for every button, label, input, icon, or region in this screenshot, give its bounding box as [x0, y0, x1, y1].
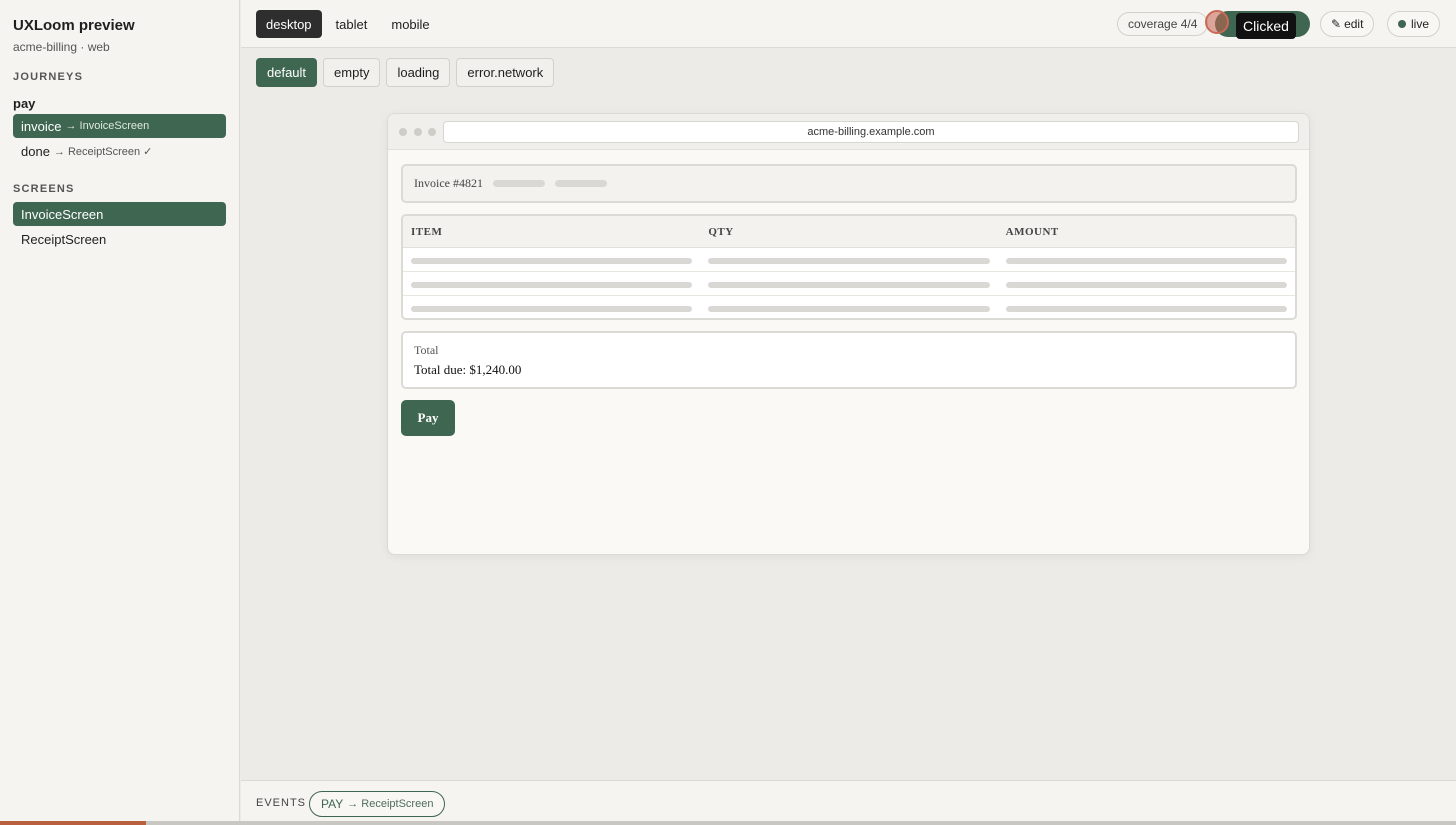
skeleton-bar	[411, 281, 693, 288]
top-bar: desktop tablet mobile coverage 4/4 Click…	[241, 0, 1456, 48]
skeleton-bar	[708, 306, 990, 312]
skeleton-bar	[1005, 257, 1287, 264]
invoice-table: ITEM QTY AMOUNT	[401, 214, 1297, 320]
skeleton-bar	[492, 180, 545, 187]
pencil-icon: ✎	[1331, 17, 1342, 31]
column-header-qty: QTY	[708, 225, 734, 238]
state-tab-empty[interactable]: empty	[323, 58, 381, 87]
device-tab-desktop[interactable]: desktop	[256, 10, 322, 38]
journey-step-target: → ReceiptScreen ✓	[53, 145, 153, 158]
journey-step-done[interactable]: done → ReceiptScreen ✓	[13, 139, 226, 163]
journeys-heading: JOURNEYS	[13, 71, 84, 83]
screen-item-receiptscreen[interactable]: ReceiptScreen	[13, 227, 226, 251]
table-row	[403, 272, 1295, 296]
coverage-badge: coverage 4/4	[1117, 12, 1209, 36]
journey-step-label: invoice	[21, 118, 62, 134]
skeleton-bar	[411, 257, 693, 264]
event-target: → ReceiptScreen	[347, 798, 434, 810]
column-header-amount: AMOUNT	[1005, 225, 1059, 238]
state-tab-loading[interactable]: loading	[386, 58, 451, 87]
window-dot-icon	[414, 128, 422, 136]
device-tabs: desktop tablet mobile	[256, 10, 440, 38]
journey-name: pay	[13, 96, 36, 111]
live-label: live	[1411, 17, 1430, 31]
url-bar[interactable]: acme-billing.example.com	[443, 121, 1299, 143]
skeleton-bar	[708, 257, 990, 264]
total-panel: Total Total due: $1,240.00	[401, 331, 1297, 389]
browser-preview: acme-billing.example.com Invoice #4821 I…	[387, 113, 1310, 555]
skeleton-bar	[411, 306, 693, 312]
click-marker-icon	[1205, 10, 1229, 34]
sidebar: UXLoom preview acme-billing · web JOURNE…	[0, 0, 240, 821]
live-dot-icon	[1398, 20, 1406, 28]
journey-step-invoice[interactable]: invoice → InvoiceScreen	[13, 114, 226, 138]
screens-heading: SCREENS	[13, 183, 75, 195]
device-tab-tablet[interactable]: tablet	[326, 10, 378, 38]
invoice-screen: Invoice #4821 ITEM QTY AMOUNT Total Tota…	[401, 164, 1297, 436]
state-tabs: default empty loading error.network	[256, 58, 555, 87]
skeleton-bar	[708, 281, 990, 288]
skeleton-bar	[554, 180, 607, 187]
progress-bar	[0, 821, 1456, 825]
pay-button[interactable]: Pay	[401, 400, 455, 436]
skeleton-bar	[1005, 306, 1287, 312]
event-chip-pay[interactable]: PAY → ReceiptScreen	[309, 791, 446, 817]
clicked-tooltip: Clicked	[1236, 13, 1296, 39]
screen-item-invoicescreen[interactable]: InvoiceScreen	[13, 202, 226, 226]
event-name: PAY	[321, 797, 344, 811]
events-label: EVENTS	[256, 797, 307, 809]
skeleton-bar	[1005, 281, 1287, 288]
events-bar: EVENTS PAY → ReceiptScreen	[241, 780, 1456, 821]
journey-step-label: done	[21, 143, 50, 159]
state-tab-error-network[interactable]: error.network	[456, 58, 555, 87]
window-dot-icon	[399, 128, 407, 136]
invoice-title: Invoice #4821	[414, 176, 483, 190]
table-header: ITEM QTY AMOUNT	[403, 216, 1295, 248]
total-due: Total due: $1,240.00	[414, 362, 522, 377]
device-tab-mobile[interactable]: mobile	[381, 10, 439, 38]
table-row	[403, 296, 1295, 318]
live-button[interactable]: live	[1387, 11, 1441, 37]
window-dot-icon	[428, 128, 436, 136]
edit-button[interactable]: ✎ edit	[1320, 11, 1375, 37]
edit-label: edit	[1344, 17, 1364, 31]
invoice-header: Invoice #4821	[401, 164, 1297, 203]
app-subtitle: acme-billing · web	[13, 40, 110, 54]
journey-step-target: → InvoiceScreen	[65, 120, 150, 132]
table-row	[403, 248, 1295, 272]
app-title: UXLoom preview	[13, 17, 135, 34]
column-header-item: ITEM	[411, 225, 443, 238]
total-label: Total	[414, 343, 439, 357]
state-tab-default[interactable]: default	[256, 58, 318, 87]
browser-toolbar: acme-billing.example.com	[388, 114, 1309, 150]
progress-fill	[0, 821, 146, 825]
